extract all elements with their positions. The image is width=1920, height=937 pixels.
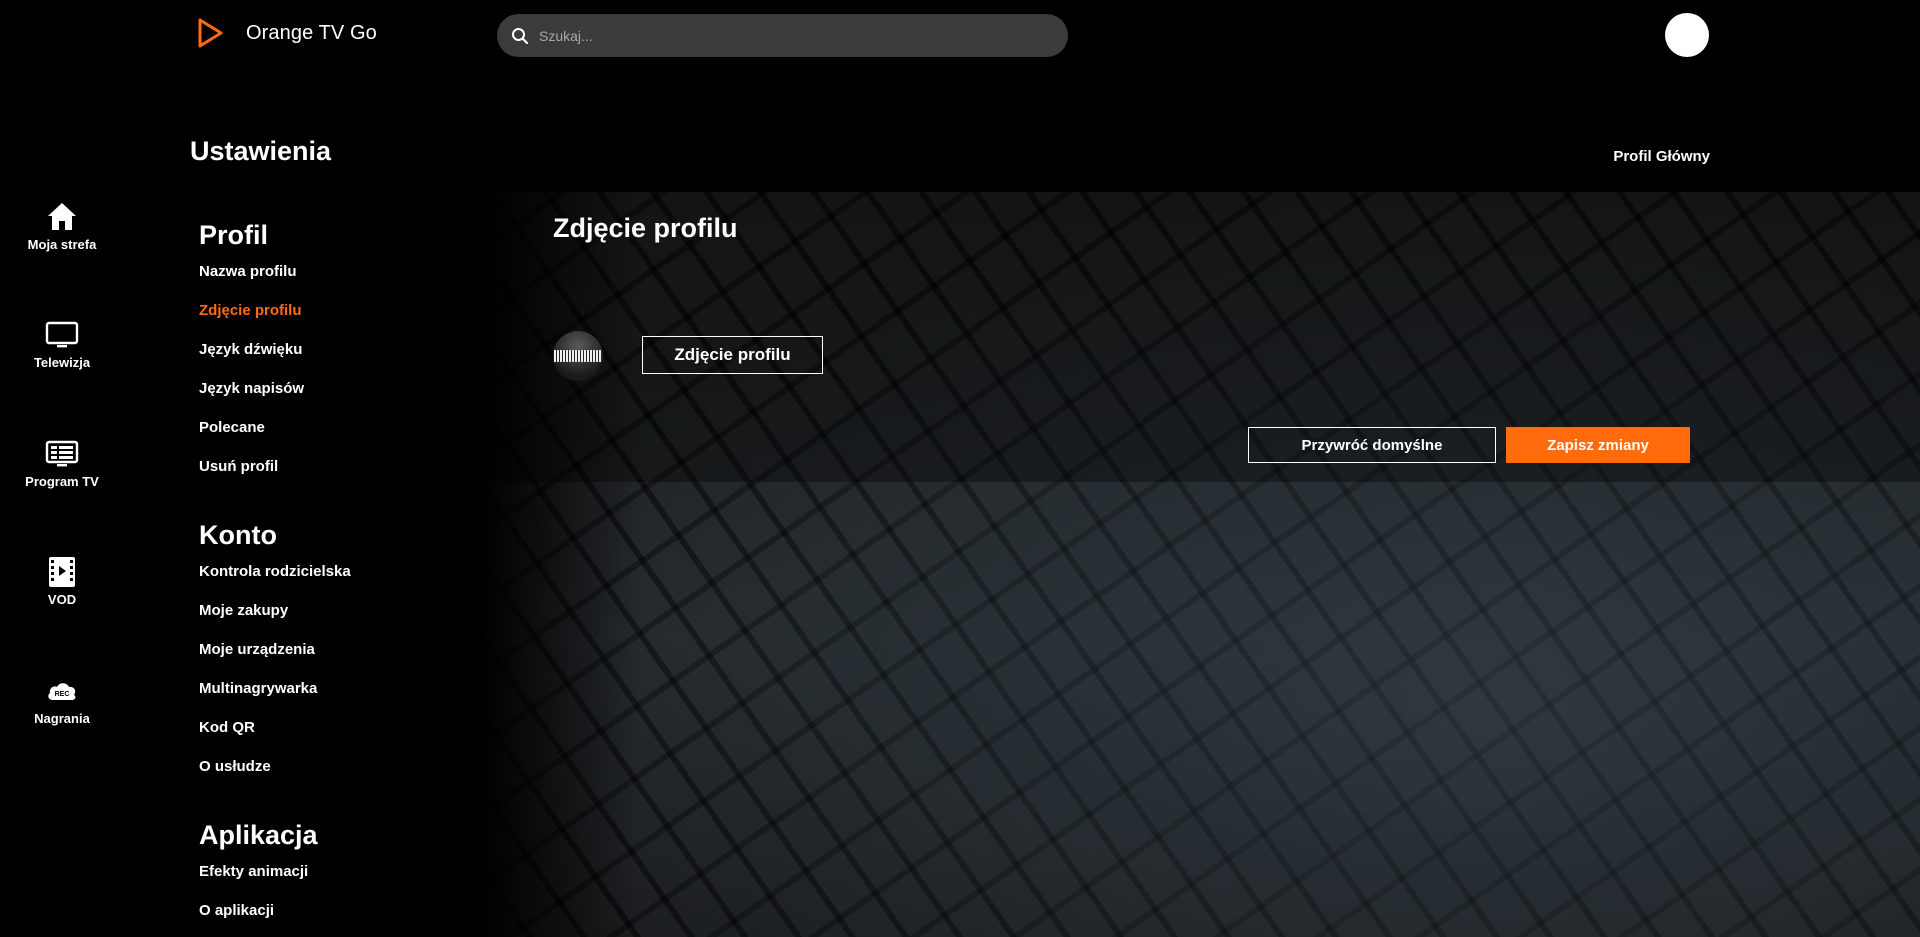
search-icon bbox=[512, 27, 529, 44]
menu-item-polecane[interactable]: Polecane bbox=[199, 417, 351, 456]
rail-label: VOD bbox=[47, 592, 77, 607]
menu-item-jezyk-napisow[interactable]: Język napisów bbox=[199, 378, 351, 417]
menu-item-moje-zakupy[interactable]: Moje zakupy bbox=[199, 600, 351, 639]
current-profile-name[interactable]: Profil Główny bbox=[1613, 148, 1710, 165]
menu-item-kontrola-rodzicielska[interactable]: Kontrola rodzicielska bbox=[199, 561, 351, 600]
menu-item-multinagrywarka[interactable]: Multinagrywarka bbox=[199, 678, 351, 717]
menu-item-moje-urzadzenia[interactable]: Moje urządzenia bbox=[199, 639, 351, 678]
section-title: Zdjęcie profilu bbox=[553, 213, 738, 243]
rail-label: Nagrania bbox=[34, 711, 90, 726]
rail-item-program-tv[interactable]: Program TV bbox=[0, 437, 124, 489]
menu-item-zdjecie-profilu[interactable]: Zdjęcie profilu bbox=[199, 300, 351, 339]
menu-item-jezyk-dzwieku[interactable]: Język dźwięku bbox=[199, 339, 351, 378]
rail-item-vod[interactable]: VOD bbox=[0, 555, 124, 607]
page-title: Ustawienia bbox=[190, 136, 332, 166]
film-icon bbox=[49, 557, 75, 587]
svg-text:REC: REC bbox=[55, 691, 70, 698]
rail-item-telewizja[interactable]: Telewizja bbox=[0, 318, 124, 370]
app-logo[interactable]: Orange TV Go bbox=[196, 18, 377, 48]
profile-picture-image bbox=[554, 350, 602, 362]
profile-picture-preview bbox=[553, 331, 603, 381]
menu-item-o-usludze[interactable]: O usłudze bbox=[199, 756, 351, 795]
change-profile-picture-button[interactable]: Zdjęcie profilu bbox=[642, 336, 823, 374]
menu-item-usun-profil[interactable]: Usuń profil bbox=[199, 456, 351, 495]
search-input[interactable] bbox=[539, 27, 1039, 44]
menu-section-title: Konto bbox=[199, 520, 277, 550]
user-avatar[interactable] bbox=[1665, 13, 1709, 57]
menu-item-o-aplikacji[interactable]: O aplikacji bbox=[199, 900, 351, 937]
rail-label: Moja strefa bbox=[27, 237, 97, 252]
menu-item-efekty-animacji[interactable]: Efekty animacji bbox=[199, 861, 351, 900]
settings-menu: Profil Nazwa profilu Zdjęcie profilu Jęz… bbox=[199, 220, 351, 937]
app-title: Orange TV Go bbox=[246, 21, 377, 44]
tv-guide-icon bbox=[45, 440, 79, 467]
rail-item-nagrania[interactable]: REC Nagrania bbox=[0, 674, 124, 726]
tv-icon bbox=[45, 321, 79, 348]
restore-defaults-button[interactable]: Przywróć domyślne bbox=[1248, 427, 1496, 463]
menu-section-title: Aplikacja bbox=[199, 820, 318, 850]
home-icon bbox=[48, 203, 76, 230]
menu-section-title: Profil bbox=[199, 220, 269, 250]
rec-cloud-icon: REC bbox=[48, 683, 76, 700]
settings-page: Orange TV Go Moja strefa Telewizja bbox=[0, 0, 1920, 937]
save-changes-button[interactable]: Zapisz zmiany bbox=[1506, 427, 1690, 463]
menu-item-kod-qr[interactable]: Kod QR bbox=[199, 717, 351, 756]
orange-play-logo-icon bbox=[198, 18, 223, 48]
rail-label: Program TV bbox=[25, 474, 99, 489]
rail-label: Telewizja bbox=[33, 355, 91, 370]
rail-item-moja-strefa[interactable]: Moja strefa bbox=[0, 200, 124, 252]
search-bar[interactable] bbox=[497, 14, 1068, 57]
menu-item-nazwa-profilu[interactable]: Nazwa profilu bbox=[199, 261, 351, 300]
